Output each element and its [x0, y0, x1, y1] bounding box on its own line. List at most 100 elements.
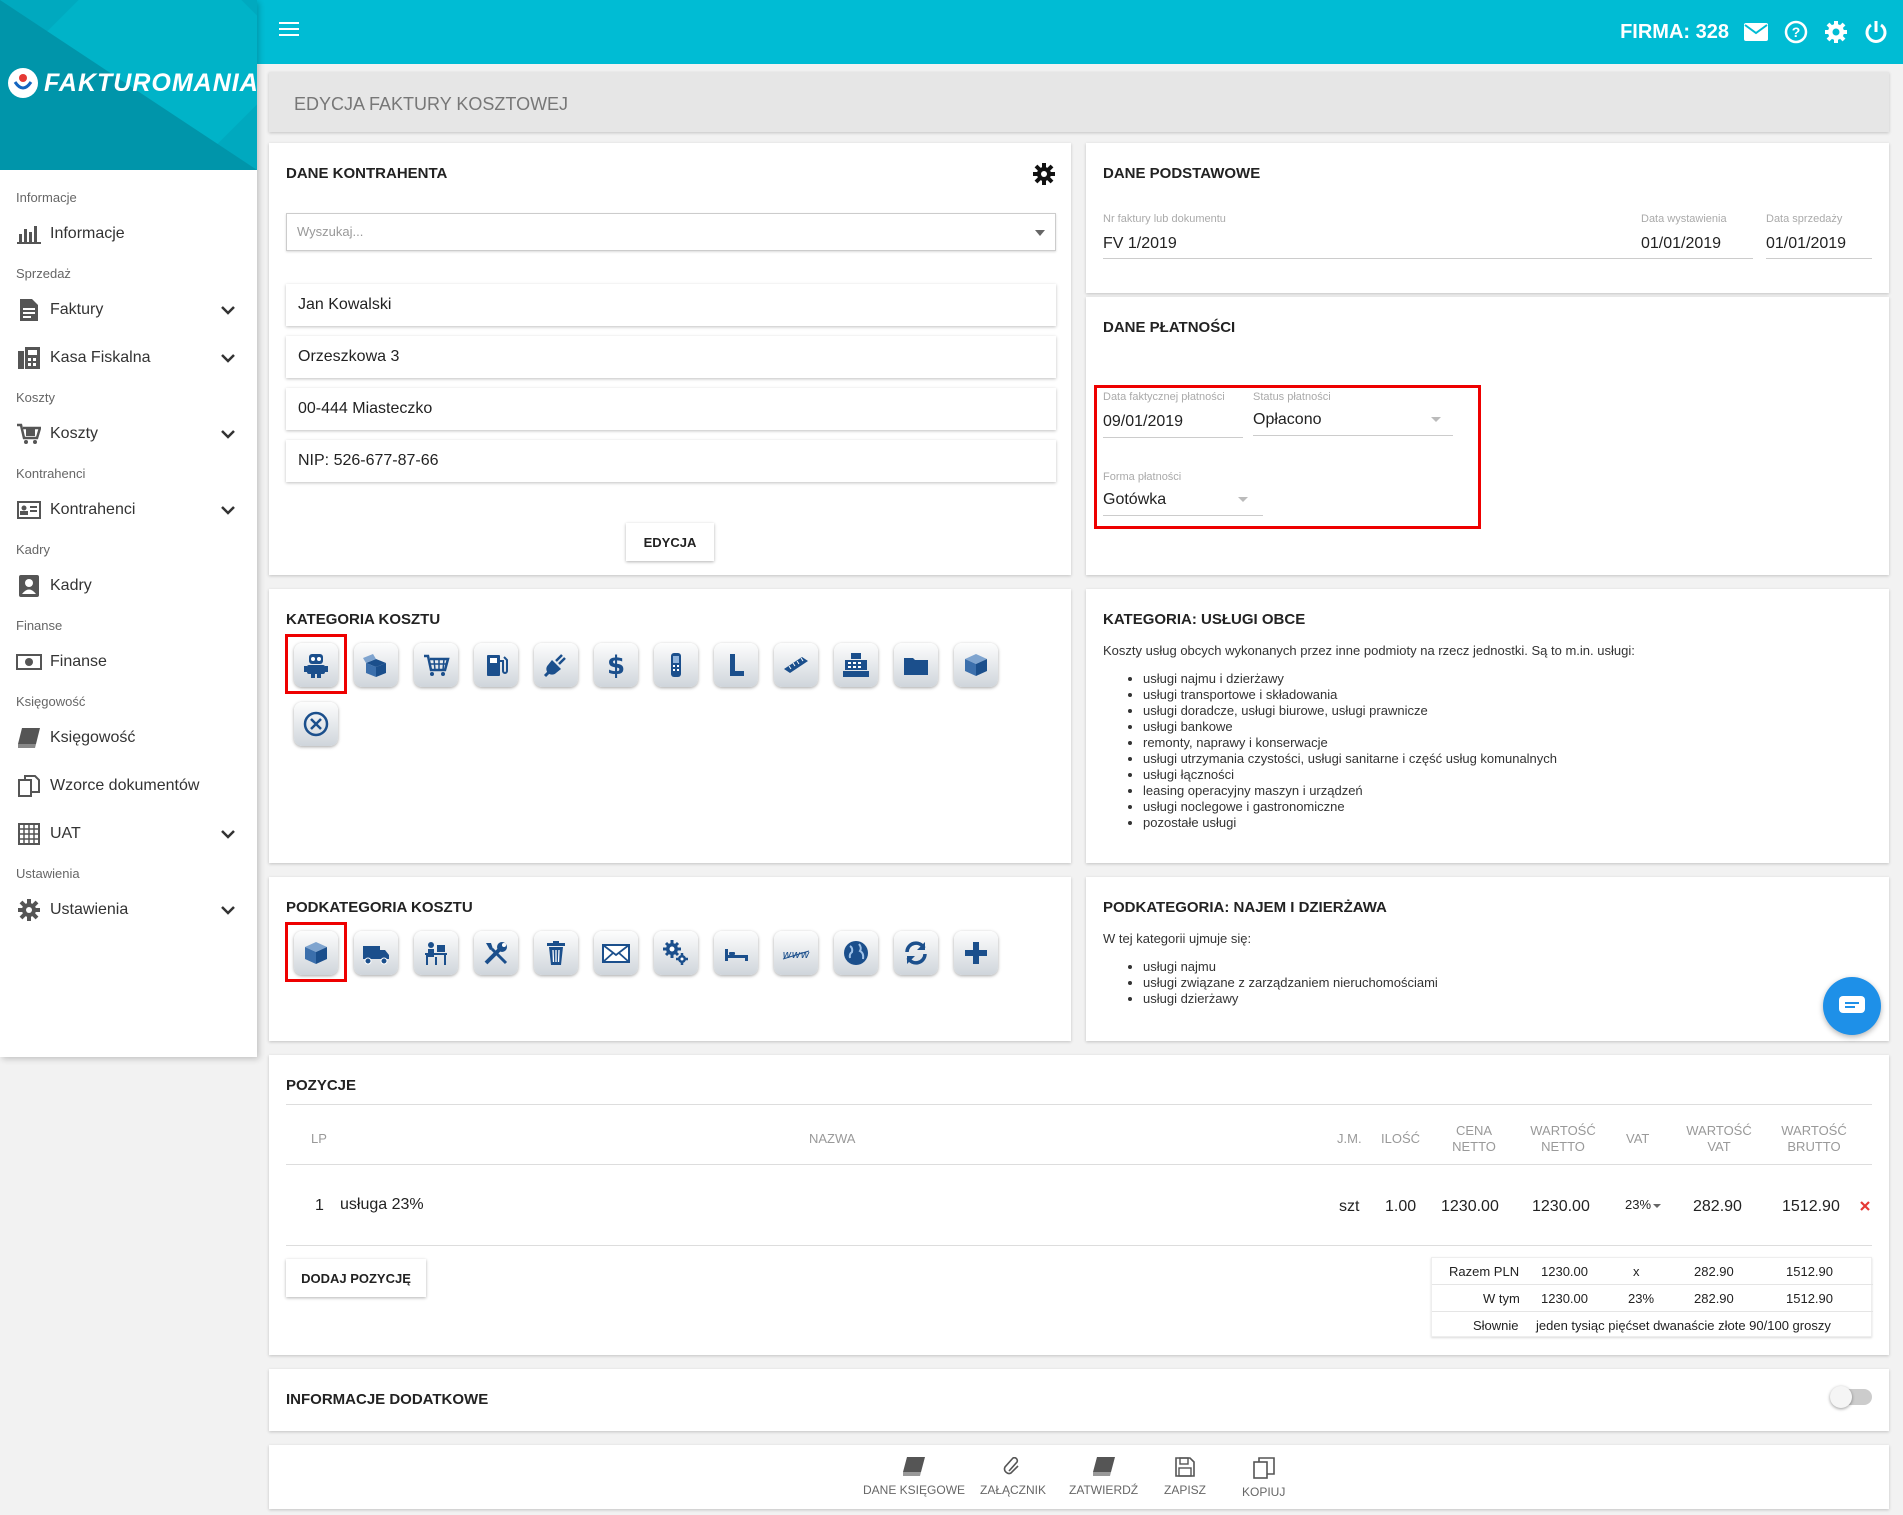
sidebar-item-kontrahenci[interactable]: Kontrahenci	[0, 486, 257, 534]
sidebar-item-label: Kasa Fiskalna	[50, 349, 151, 366]
row-vat-value: 282.90	[1693, 1198, 1742, 1215]
sidebar-item-faktury[interactable]: Faktury	[0, 286, 257, 334]
contractor-search-input[interactable]: Wyszukaj...	[286, 213, 1056, 251]
mail-icon[interactable]	[594, 931, 638, 975]
sidebar-item-ksiegowosc[interactable]: Księgowość	[0, 714, 257, 762]
accounting-data-button[interactable]: DANE KSIĘGOWE	[863, 1457, 965, 1497]
truck-icon[interactable]	[354, 931, 398, 975]
ruler-icon[interactable]	[774, 643, 818, 687]
menu-icon[interactable]	[279, 22, 299, 42]
summary-total-rate: x	[1633, 1264, 1640, 1279]
issue-date-input[interactable]: 01/01/2019	[1641, 235, 1721, 253]
summary-words-value: jeden tysiąc pięćset dwanaście złote 90/…	[1536, 1318, 1831, 1333]
save-button[interactable]: ZAPISZ	[1164, 1457, 1206, 1497]
section-ksiegowosc: Księgowość	[16, 694, 86, 709]
sale-date-input[interactable]: 01/01/2019	[1766, 235, 1846, 253]
brand-logo[interactable]: FAKTUROMANIA	[8, 68, 257, 98]
row-name-input[interactable]: usługa 23%	[340, 1196, 424, 1214]
letter-l-icon[interactable]	[714, 643, 758, 687]
sidebar-item-informacje[interactable]: Informacje	[0, 210, 257, 258]
payment-status-select[interactable]: Opłacono	[1253, 411, 1322, 429]
help-icon[interactable]: ?	[1783, 19, 1809, 45]
id-card-icon	[16, 499, 42, 521]
contractor-nip-field[interactable]: NIP: 526-677-87-66	[286, 440, 1056, 482]
card-title: INFORMACJE DODATKOWE	[286, 1391, 489, 1408]
description-intro: W tej kategorii ujmuje się:	[1103, 931, 1252, 946]
dollar-icon[interactable]: $	[594, 643, 638, 687]
box-open-icon[interactable]	[354, 643, 398, 687]
phone-icon[interactable]	[654, 643, 698, 687]
add-position-button[interactable]: DODAJ POZYCJĘ	[286, 1259, 426, 1297]
contractor-city-field[interactable]: 00-444 Miasteczko	[286, 388, 1056, 430]
description-intro: Koszty usług obcych wykonanych przez inn…	[1103, 643, 1635, 658]
box-icon[interactable]	[294, 931, 338, 975]
globe-icon[interactable]	[834, 931, 878, 975]
fuel-icon[interactable]	[474, 643, 518, 687]
refresh-icon[interactable]	[894, 931, 938, 975]
approve-button[interactable]: ZATWIERDŹ	[1069, 1457, 1138, 1497]
cart-icon	[16, 423, 42, 445]
folder-icon[interactable]	[894, 643, 938, 687]
sidebar-item-kasa[interactable]: Kasa Fiskalna	[0, 334, 257, 382]
contractor-name-field[interactable]: Jan Kowalski	[286, 284, 1056, 326]
robot-icon[interactable]	[294, 643, 338, 687]
positions-card: POZYCJE LP NAZWA J.M. ILOŚĆ CENA NETTO WA…	[269, 1055, 1889, 1355]
row-price-input[interactable]: 1230.00	[1441, 1198, 1499, 1216]
sidebar-item-ustawienia[interactable]: Ustawienia	[0, 886, 257, 934]
cancel-icon[interactable]	[294, 702, 338, 746]
payment-form-select[interactable]: Gotówka	[1103, 491, 1166, 509]
www-icon[interactable]: www	[774, 931, 818, 975]
tools-icon[interactable]	[474, 931, 518, 975]
attachment-button[interactable]: ZAŁĄCZNIK	[980, 1456, 1046, 1497]
box-icon[interactable]	[954, 643, 998, 687]
delete-row-icon[interactable]	[1860, 1198, 1870, 1216]
plug-icon[interactable]	[534, 643, 578, 687]
col-header-line: WARTOŚĆ	[1686, 1123, 1752, 1138]
divider	[1432, 1311, 1873, 1312]
invoice-number-input[interactable]: FV 1/2019	[1103, 235, 1177, 253]
category-description: Koszty usług obcych wykonanych przez inn…	[1103, 643, 1873, 831]
bed-icon[interactable]	[714, 931, 758, 975]
sidebar-item-wzorce[interactable]: Wzorce dokumentów	[0, 762, 257, 810]
copy-button[interactable]: KOPIUJ	[1242, 1457, 1285, 1499]
sidebar-item-label: Kadry	[50, 577, 92, 594]
dropdown-arrow-icon[interactable]	[1238, 497, 1248, 502]
edit-contractor-button[interactable]: EDYCJA	[626, 523, 714, 561]
chat-button[interactable]	[1823, 977, 1881, 1035]
mail-icon[interactable]	[1743, 19, 1769, 45]
sidebar-item-uat[interactable]: UAT	[0, 810, 257, 858]
col-header-ilosc: ILOŚĆ	[1381, 1131, 1421, 1146]
cart-icon[interactable]	[414, 643, 458, 687]
sidebar-item-finanse[interactable]: Finanse	[0, 638, 257, 686]
row-unit-input[interactable]: szt	[1339, 1198, 1359, 1216]
payment-date-input[interactable]: 09/01/2019	[1103, 413, 1183, 431]
contractor-street-field[interactable]: Orzeszkowa 3	[286, 336, 1056, 378]
section-finanse: Finanse	[16, 618, 63, 633]
row-lp: 1	[315, 1197, 324, 1214]
trash-icon[interactable]	[534, 931, 578, 975]
book-icon	[1092, 1457, 1115, 1480]
list-item: usługi noclegowe i gastronomiczne	[1143, 799, 1873, 815]
desk-icon[interactable]	[414, 931, 458, 975]
row-vat-select[interactable]: 23%	[1625, 1197, 1662, 1212]
dropdown-arrow-icon[interactable]	[1431, 417, 1441, 422]
plus-icon[interactable]	[954, 931, 998, 975]
book-icon	[16, 727, 42, 749]
dropdown-arrow-icon[interactable]	[1035, 230, 1045, 236]
gear-icon[interactable]	[1033, 163, 1055, 190]
sidebar-item-label: Wzorce dokumentów	[50, 777, 200, 794]
sidebar-item-kadry[interactable]: Kadry	[0, 562, 257, 610]
row-quantity-input[interactable]: 1.00	[1385, 1198, 1416, 1216]
gear-icon	[16, 899, 42, 921]
divider	[1432, 1284, 1873, 1285]
gears-icon[interactable]	[654, 931, 698, 975]
gear-icon[interactable]	[1823, 19, 1849, 45]
book-icon	[903, 1457, 926, 1480]
category-description-card: KATEGORIA: USŁUGI OBCE Koszty usług obcy…	[1086, 589, 1889, 863]
power-icon[interactable]	[1863, 19, 1889, 45]
list-item: pozostałe usługi	[1143, 815, 1873, 831]
sidebar-item-koszty[interactable]: Koszty	[0, 410, 257, 458]
cash-register-icon[interactable]	[834, 643, 878, 687]
additional-info-toggle[interactable]	[1830, 1386, 1872, 1408]
summary-total-gross: 1512.90	[1786, 1264, 1833, 1279]
